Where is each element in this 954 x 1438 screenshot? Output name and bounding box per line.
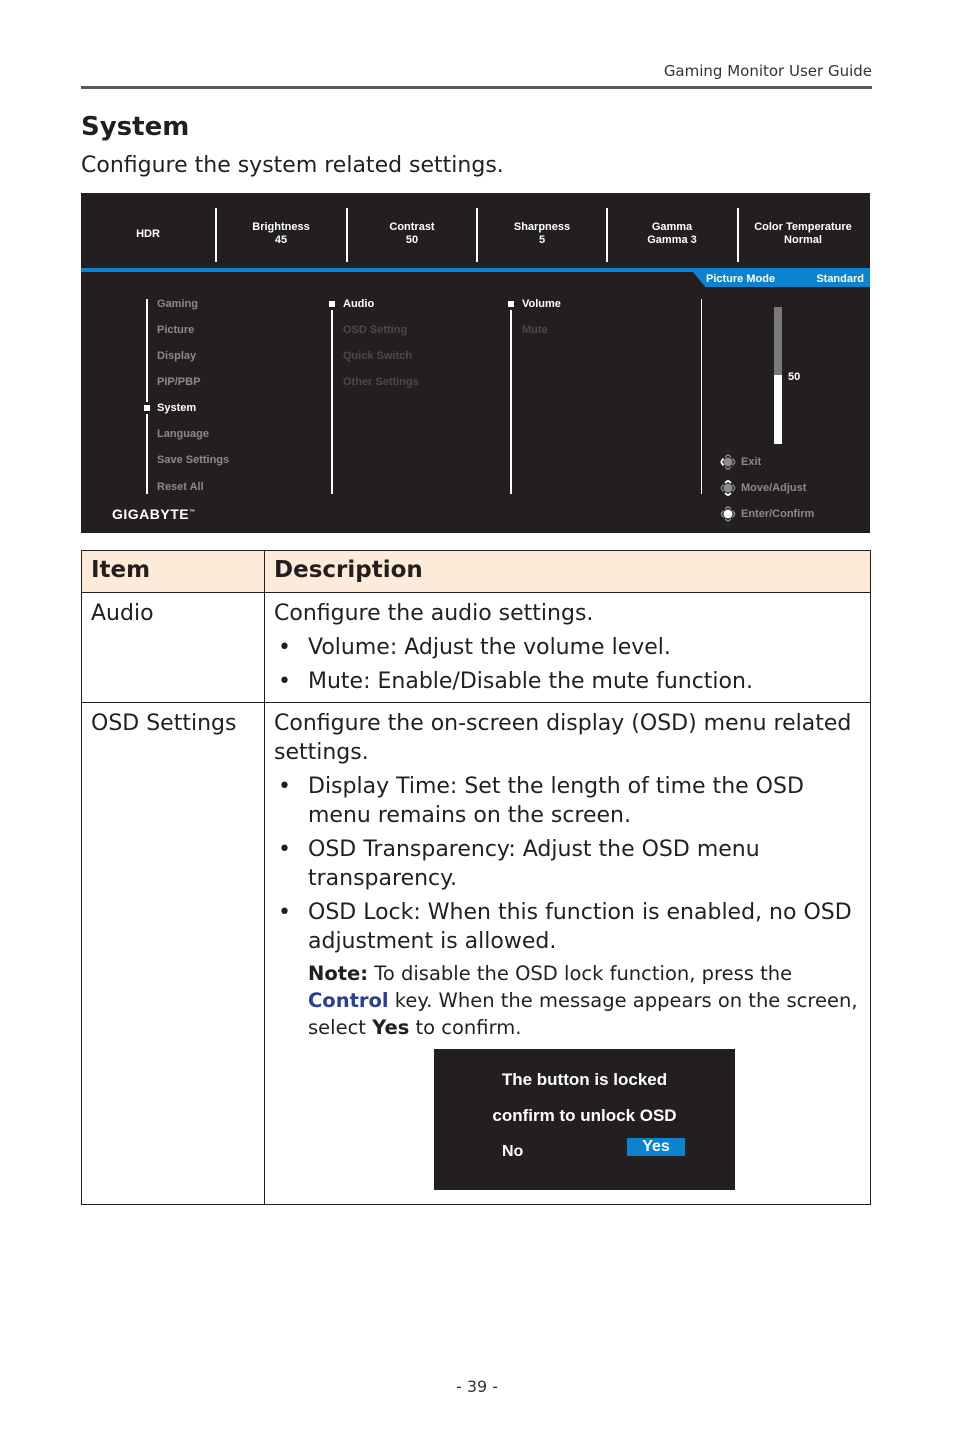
bullet-item: Mute: Enable/Disable the mute function.	[274, 667, 861, 696]
volume-slider-thumb[interactable]	[774, 373, 782, 375]
table-row: OSD Settings Configure the on-screen dis…	[81, 702, 871, 1205]
section-subtitle: Configure the system related settings.	[81, 153, 504, 178]
osd-lock-note: Note: To disable the OSD lock function, …	[274, 960, 861, 1041]
sub-sub-menu-item-mute[interactable]: Mute	[522, 324, 548, 336]
osd-top-item-label: Brightness	[252, 221, 310, 233]
sub-menu-item-osd-setting[interactable]: OSD Setting	[343, 324, 407, 336]
sub-menu-selection-marker	[329, 301, 335, 307]
volume-value: 50	[788, 371, 801, 383]
row-description: Configure the audio settings. Volume: Ad…	[264, 592, 871, 703]
main-menu-item-system[interactable]: System	[157, 402, 196, 414]
bullet-item: OSD Transparency: Adjust the OSD menu tr…	[274, 835, 861, 893]
osd-screenshot: HDR Brightness 45 Contrast 50 Sharpness …	[81, 193, 870, 533]
brand-text: GIGABYTE	[112, 506, 190, 522]
osd-top-item-color-temperature[interactable]: Color Temperature Normal	[739, 207, 867, 261]
lock-dialog-yes-button[interactable]: Yes	[627, 1138, 685, 1156]
bullet-item: Display Time: Set the length of time the…	[274, 772, 861, 830]
settings-table: Item Description Audio Configure the aud…	[81, 550, 871, 1205]
lock-dialog-no-button[interactable]: No	[502, 1137, 523, 1166]
hint-label: Move/Adjust	[741, 482, 807, 494]
osd-top-item-label: Color Temperature	[754, 221, 852, 233]
picture-mode-label: Picture Mode	[706, 273, 776, 285]
osd-top-item-value: Gamma 3	[647, 234, 697, 246]
description-intro: Configure the on-screen display (OSD) me…	[274, 711, 852, 765]
row-item-audio: Audio	[81, 592, 265, 703]
osd-top-item-label: Sharpness	[513, 221, 571, 233]
main-menu-line	[146, 414, 148, 494]
note-label: Note:	[308, 962, 369, 985]
osd-top-item-value: 45	[274, 234, 288, 246]
main-menu-item-language[interactable]: Language	[157, 428, 209, 440]
row-item-osd-settings: OSD Settings	[81, 702, 265, 1205]
osd-top-item-label: Contrast	[389, 221, 435, 233]
row-description: Configure the on-screen display (OSD) me…	[264, 702, 871, 1205]
lock-dialog-message: The button is locked	[501, 1070, 668, 1089]
table-header-row: Item Description	[81, 550, 871, 593]
hint-label: Exit	[741, 456, 762, 468]
doc-header-title: Gaming Monitor User Guide	[663, 62, 872, 80]
picture-mode-value: Standard	[816, 273, 864, 285]
osd-top-bar: HDR Brightness 45 Contrast 50 Sharpness …	[81, 193, 870, 267]
main-menu-item-picture[interactable]: Picture	[157, 324, 194, 336]
control-key-label: Control	[308, 989, 389, 1012]
description-bullets: Volume: Adjust the volume level. Mute: E…	[274, 633, 861, 696]
osd-top-item-gamma[interactable]: Gamma Gamma 3	[608, 207, 736, 261]
bullet-item: OSD Lock: When this function is enabled,…	[274, 898, 861, 956]
section-title: System	[81, 112, 190, 142]
main-menu-line	[146, 299, 148, 402]
trademark: ™	[189, 509, 196, 516]
main-menu-item-save-settings[interactable]: Save Settings	[157, 454, 229, 466]
sub-menu-item-other-settings[interactable]: Other Settings	[343, 376, 419, 388]
osd-top-item-label: Gamma	[651, 221, 693, 233]
sub-menu-item-quick-switch[interactable]: Quick Switch	[343, 350, 412, 362]
joystick-left-icon	[720, 453, 736, 471]
lock-dialog-prompt: confirm to unlock OSD	[492, 1106, 677, 1125]
osd-top-item-contrast[interactable]: Contrast 50	[348, 207, 476, 261]
main-menu-item-gaming[interactable]: Gaming	[157, 298, 198, 310]
osd-top-item-value: Normal	[784, 234, 822, 246]
sub-sub-menu-selection-marker	[508, 301, 514, 307]
osd-top-item-brightness[interactable]: Brightness 45	[217, 207, 345, 261]
description-bullets: Display Time: Set the length of time the…	[274, 772, 861, 956]
yes-label: Yes	[372, 1016, 410, 1039]
note-text: To disable the OSD lock function, press …	[368, 962, 793, 985]
sub-sub-menu-item-volume[interactable]: Volume	[522, 298, 561, 310]
description-intro: Configure the audio settings.	[274, 601, 594, 626]
osd-top-item-label: HDR	[136, 227, 160, 240]
column-header-item: Item	[81, 550, 265, 593]
osd-accent-bar	[81, 268, 870, 272]
sub-menu-item-audio[interactable]: Audio	[343, 298, 374, 310]
page-number: - 39 -	[455, 1377, 499, 1396]
table-row: Audio Configure the audio settings. Volu…	[81, 592, 871, 703]
value-panel-line	[701, 299, 702, 494]
hint-move-adjust: Move/Adjust	[718, 479, 806, 497]
hint-enter-confirm: Enter/Confirm	[718, 505, 814, 523]
main-menu-item-display[interactable]: Display	[157, 350, 196, 362]
picture-mode-tab: Picture Mode Standard	[693, 272, 870, 287]
main-menu-item-reset-all[interactable]: Reset All	[157, 481, 204, 493]
sub-sub-menu-line	[510, 310, 512, 494]
hint-exit: Exit	[718, 453, 761, 471]
hint-label: Enter/Confirm	[741, 508, 815, 520]
joystick-updown-icon	[720, 479, 736, 497]
main-menu-item-pip-pbp[interactable]: PIP/PBP	[157, 376, 200, 388]
osd-top-item-value: 5	[538, 234, 546, 246]
sub-menu-line	[331, 310, 333, 494]
joystick-press-icon	[720, 505, 736, 523]
header-rule	[81, 86, 872, 89]
osd-top-item-hdr[interactable]: HDR	[81, 207, 215, 261]
osd-top-item-value: 50	[405, 234, 419, 246]
osd-lock-dialog: The button is locked confirm to unlock O…	[434, 1049, 735, 1190]
main-menu-selection-marker	[144, 405, 150, 411]
osd-top-item-sharpness[interactable]: Sharpness 5	[478, 207, 606, 261]
volume-slider[interactable]	[774, 307, 782, 444]
gigabyte-logo: GIGABYTE™	[112, 506, 196, 522]
note-text: to confirm.	[409, 1016, 522, 1039]
column-header-description: Description	[264, 550, 871, 593]
volume-slider-fill	[774, 375, 782, 444]
bullet-item: Volume: Adjust the volume level.	[274, 633, 861, 662]
